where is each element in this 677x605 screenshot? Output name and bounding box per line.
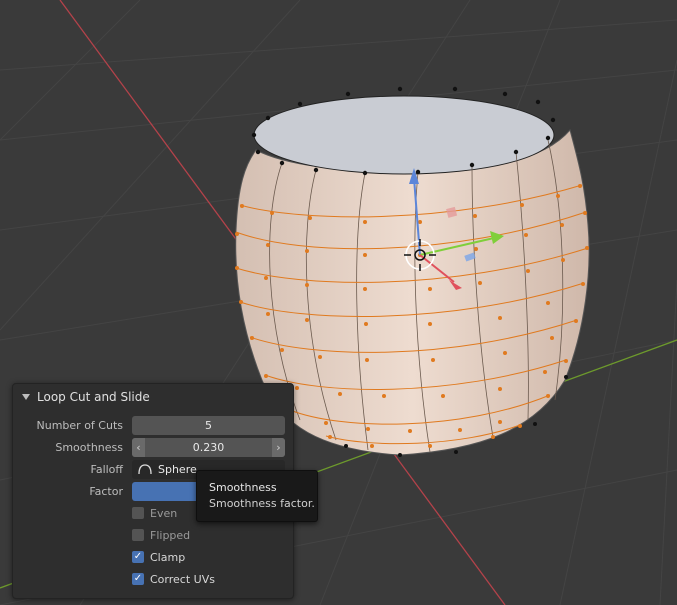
clamp-checkbox-row[interactable]: ✓ Clamp bbox=[132, 548, 185, 566]
collapse-triangle-icon[interactable] bbox=[22, 394, 30, 400]
decrement-arrow-icon[interactable]: ‹ bbox=[132, 438, 145, 457]
tooltip-description: Smoothness factor. bbox=[209, 497, 315, 510]
smoothness-label: Smoothness bbox=[55, 441, 123, 454]
increment-arrow-icon[interactable]: › bbox=[272, 438, 285, 457]
correct-uvs-checkbox-row[interactable]: ✓ Correct UVs bbox=[132, 570, 215, 588]
checkmark-icon: ✓ bbox=[133, 551, 143, 562]
sphere-falloff-icon bbox=[138, 464, 152, 475]
factor-label: Factor bbox=[89, 485, 123, 498]
number-of-cuts-value: 5 bbox=[205, 419, 212, 432]
smoothness-field[interactable]: ‹ 0.230 › bbox=[132, 438, 285, 457]
correct-uvs-label: Correct UVs bbox=[150, 572, 215, 586]
falloff-value: Sphere bbox=[158, 463, 197, 476]
smoothness-row: Smoothness ‹ 0.230 › bbox=[13, 438, 293, 458]
clamp-checkbox[interactable]: ✓ bbox=[132, 551, 144, 563]
falloff-label: Falloff bbox=[90, 463, 123, 476]
even-checkbox[interactable] bbox=[132, 507, 144, 519]
smoothness-value: 0.230 bbox=[192, 441, 225, 454]
number-of-cuts-row: Number of Cuts 5 bbox=[13, 416, 293, 436]
clamp-label: Clamp bbox=[150, 550, 186, 564]
smoothness-tooltip: Smoothness Smoothness factor. bbox=[196, 470, 318, 522]
number-of-cuts-label: Number of Cuts bbox=[36, 419, 123, 432]
even-label: Even bbox=[150, 506, 178, 520]
flipped-checkbox-row[interactable]: Flipped bbox=[132, 526, 190, 544]
checkmark-icon: ✓ bbox=[133, 573, 143, 584]
flipped-checkbox[interactable] bbox=[132, 529, 144, 541]
flipped-label: Flipped bbox=[150, 528, 191, 542]
mesh-top-face[interactable] bbox=[253, 95, 555, 175]
even-checkbox-row[interactable]: Even bbox=[132, 504, 177, 522]
correct-uvs-checkbox[interactable]: ✓ bbox=[132, 573, 144, 585]
panel-header[interactable]: Loop Cut and Slide bbox=[13, 384, 293, 410]
panel-title: Loop Cut and Slide bbox=[37, 390, 150, 404]
number-of-cuts-field[interactable]: 5 bbox=[132, 416, 285, 435]
tooltip-title: Smoothness bbox=[209, 481, 277, 494]
